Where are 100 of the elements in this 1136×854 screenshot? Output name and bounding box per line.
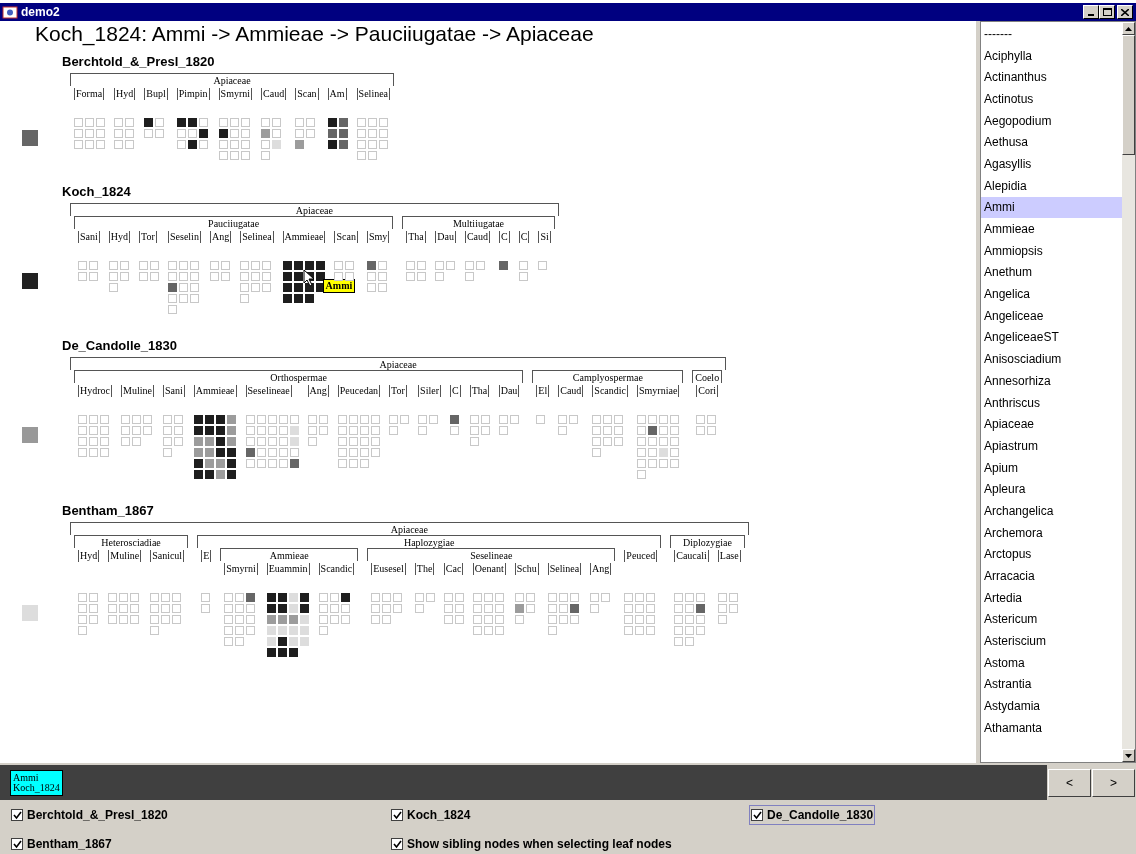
checkbox-option[interactable]: Berchtold_&_Presl_1820 — [9, 805, 170, 825]
group-bracket: Heterosciadiae — [74, 535, 189, 548]
close-icon — [1121, 8, 1129, 16]
leaf-label: Seselineae — [245, 385, 292, 397]
nav-button[interactable]: < — [1048, 768, 1091, 797]
checkbox[interactable] — [11, 838, 23, 850]
leaf-label: Smyrni — [218, 88, 253, 100]
list-item[interactable]: Anthriscus — [981, 391, 1122, 414]
close-button[interactable] — [1117, 5, 1133, 19]
group-bracket: Apiaceae — [70, 357, 727, 370]
leaf-label: Peucedan — [337, 385, 381, 397]
maximize-button[interactable] — [1099, 5, 1115, 19]
checkbox-option[interactable]: De_Candolle_1830 — [749, 805, 876, 825]
leaf-label: Tor — [389, 385, 407, 397]
group-bracket: Pauciiugatae — [74, 216, 394, 229]
path-title: Koch_1824: Ammi -> Ammieae -> Pauciiugatae -> Apiaceae — [35, 22, 595, 46]
list-item[interactable]: Artedia — [981, 586, 1122, 609]
list-item[interactable]: Ammi — [981, 196, 1122, 219]
list-item[interactable]: Athamanta — [981, 717, 1122, 739]
list-item[interactable]: Annesorhiza — [981, 370, 1122, 392]
leaf-label: Tor — [139, 231, 157, 243]
list-item[interactable]: Arctopus — [981, 543, 1122, 566]
leaf-label: Ang — [209, 231, 232, 243]
list-item[interactable]: Astrantia — [981, 673, 1122, 696]
leaf-label: Lase — [717, 550, 741, 562]
check-icon — [12, 839, 22, 849]
group-bracket: Ammieae — [220, 548, 359, 561]
list-item[interactable]: Asteriscium — [981, 630, 1122, 652]
selection-chip[interactable]: Ammi Koch_1824 — [10, 769, 63, 796]
leaf-label: Cori — [696, 385, 719, 397]
group-bracket: Orthospermae — [74, 370, 524, 383]
list-item[interactable]: Apiastrum — [981, 435, 1122, 457]
list-item[interactable]: Astoma — [981, 651, 1122, 674]
check-icon — [752, 810, 762, 820]
group-bracket: Multiiugatae — [402, 216, 555, 229]
taxonomy-name: Berchtold_&_Presl_1820 — [62, 54, 216, 70]
taxonomy-name: De_Candolle_1830 — [62, 338, 178, 354]
leaf-label: Seselin — [168, 231, 201, 243]
leaf-label: Caud — [261, 88, 287, 100]
list-item[interactable]: Apium — [981, 456, 1122, 479]
leaf-label: Scan — [334, 231, 358, 243]
check-icon — [392, 839, 402, 849]
leaf-label: Dau — [435, 231, 456, 243]
leaf-label: Scandic — [318, 563, 355, 575]
scrollbar[interactable] — [1122, 22, 1135, 763]
list-item[interactable]: AngeliceaeST — [981, 326, 1122, 349]
list-item[interactable]: Actinanthus — [981, 66, 1122, 89]
list-item[interactable]: Apleura — [981, 478, 1122, 501]
taxonomy-name: Koch_1824 — [62, 184, 132, 200]
list-item[interactable]: Aciphylla — [981, 44, 1122, 67]
leaf-label: Hyd — [108, 231, 130, 243]
list-item[interactable]: Astericum — [981, 608, 1122, 631]
list-item[interactable]: Apiaceae — [981, 413, 1122, 436]
group-bracket: Haplozygiae — [197, 535, 662, 548]
list-item[interactable]: Ammiopsis — [981, 239, 1122, 262]
checkbox[interactable] — [391, 838, 403, 850]
list-item[interactable]: Alepidia — [981, 174, 1122, 197]
checkbox-option[interactable]: Bentham_1867 — [9, 834, 114, 854]
leaf-label: Smy — [366, 231, 390, 243]
leaf-label: Hydroc — [78, 385, 112, 397]
list-item[interactable]: ------- — [981, 23, 1122, 45]
check-icon — [392, 810, 402, 820]
checkbox-option[interactable]: Show sibling nodes when selecting leaf nodes — [389, 834, 674, 854]
list-item[interactable]: Archemora — [981, 521, 1122, 544]
list-item[interactable]: Agasyllis — [981, 153, 1122, 175]
list-item[interactable]: Angeliceae — [981, 304, 1122, 327]
checkbox[interactable] — [391, 809, 403, 821]
list-item[interactable]: Astydamia — [981, 695, 1122, 717]
leaf-label: Scandic — [592, 385, 628, 397]
list-item[interactable]: Aethusa — [981, 131, 1122, 154]
list-item[interactable]: Anisosciadium — [981, 348, 1122, 370]
leaf-label: El — [536, 385, 550, 397]
leaf-label: C — [518, 231, 530, 243]
leaf-label: Hyd — [114, 88, 136, 100]
nav-button[interactable]: > — [1092, 768, 1135, 797]
list-item[interactable]: Arracacia — [981, 565, 1122, 587]
minimize-button[interactable] — [1083, 5, 1099, 19]
leaf-label: Selinea — [547, 563, 582, 575]
list-item[interactable]: Aegopodium — [981, 109, 1122, 132]
leaf-label: Cac — [443, 563, 464, 575]
checkbox[interactable] — [11, 809, 23, 821]
list-item[interactable]: Actinotus — [981, 88, 1122, 110]
list-item[interactable]: Anethum — [981, 261, 1122, 284]
leaf-label: Sanicul — [150, 550, 185, 562]
app-icon — [2, 5, 18, 19]
list-item[interactable]: Archangelica — [981, 500, 1122, 522]
leaf-label: Sani — [78, 231, 100, 243]
list-item[interactable]: Angelica — [981, 283, 1122, 305]
leaf-label: Muline — [121, 385, 154, 397]
leaf-label: Selinea — [356, 88, 391, 100]
leaf-label: Am — [327, 88, 347, 100]
group-bracket: Camplyospermae — [532, 370, 684, 383]
checkbox[interactable] — [751, 809, 763, 821]
checkbox-option[interactable]: Koch_1824 — [389, 805, 473, 825]
scrollbar-thumb[interactable] — [1122, 35, 1135, 155]
leaf-label: Smyrniae — [637, 385, 680, 397]
list-item[interactable]: Ammieae — [981, 218, 1122, 240]
leaf-label: Ang — [307, 385, 329, 397]
group-bracket: Coelo — [692, 370, 723, 383]
leaf-label: Smyrni — [224, 563, 258, 575]
